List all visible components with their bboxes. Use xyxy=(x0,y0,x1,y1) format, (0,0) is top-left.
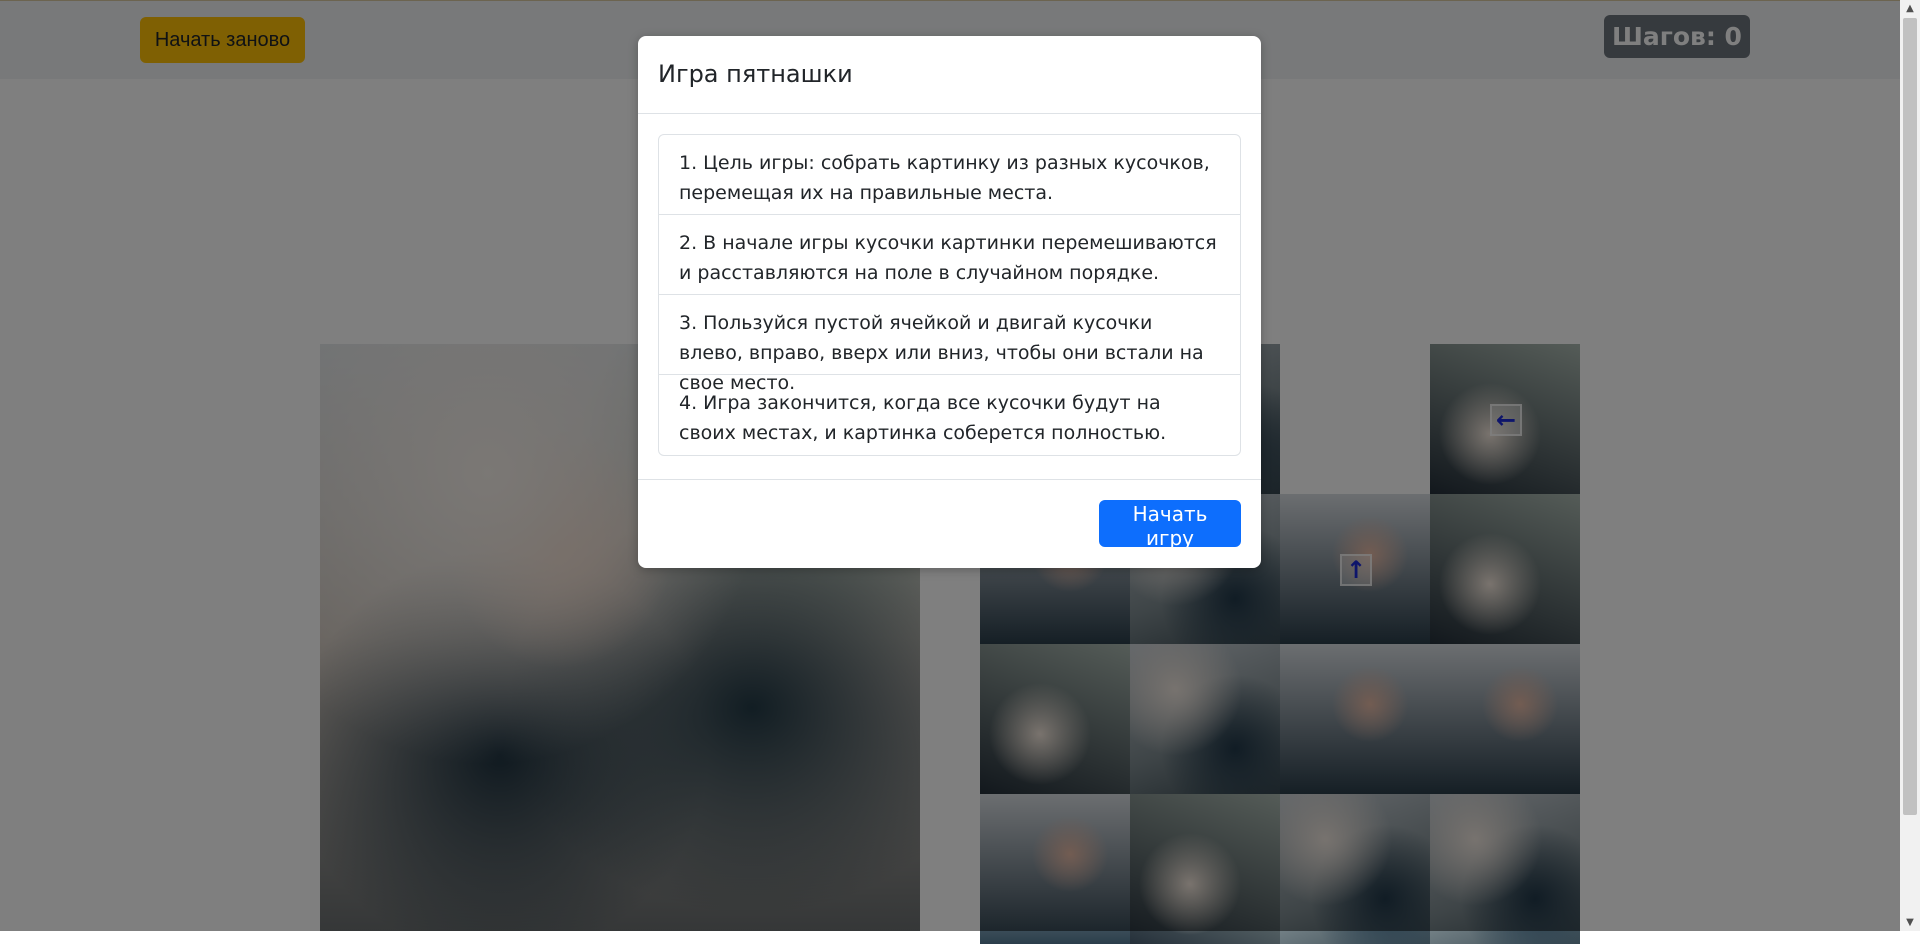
rule-item: 2. В начале игры кусочки картинки переме… xyxy=(659,215,1240,295)
start-game-button[interactable]: Начать игру xyxy=(1099,500,1241,550)
rules-list: 1. Цель игры: собрать картинку из разных… xyxy=(658,134,1241,456)
modal-title: Игра пятнашки xyxy=(658,60,853,88)
scroll-up-icon[interactable]: ▲ xyxy=(1900,0,1920,17)
scroll-down-icon[interactable]: ▼ xyxy=(1900,914,1920,931)
rules-modal: Игра пятнашки 1. Цель игры: собрать карт… xyxy=(638,36,1261,568)
modal-header: Игра пятнашки xyxy=(638,36,1261,114)
page-scrollbar[interactable]: ▲ ▼ xyxy=(1900,0,1920,931)
scroll-thumb[interactable] xyxy=(1903,18,1917,815)
rule-item: 3. Пользуйся пустой ячейкой и двигай кус… xyxy=(659,295,1240,394)
modal-footer: Начать игру xyxy=(638,479,1261,568)
rule-item: 1. Цель игры: собрать картинку из разных… xyxy=(659,135,1240,215)
modal-body: 1. Цель игры: собрать картинку из разных… xyxy=(638,114,1261,476)
